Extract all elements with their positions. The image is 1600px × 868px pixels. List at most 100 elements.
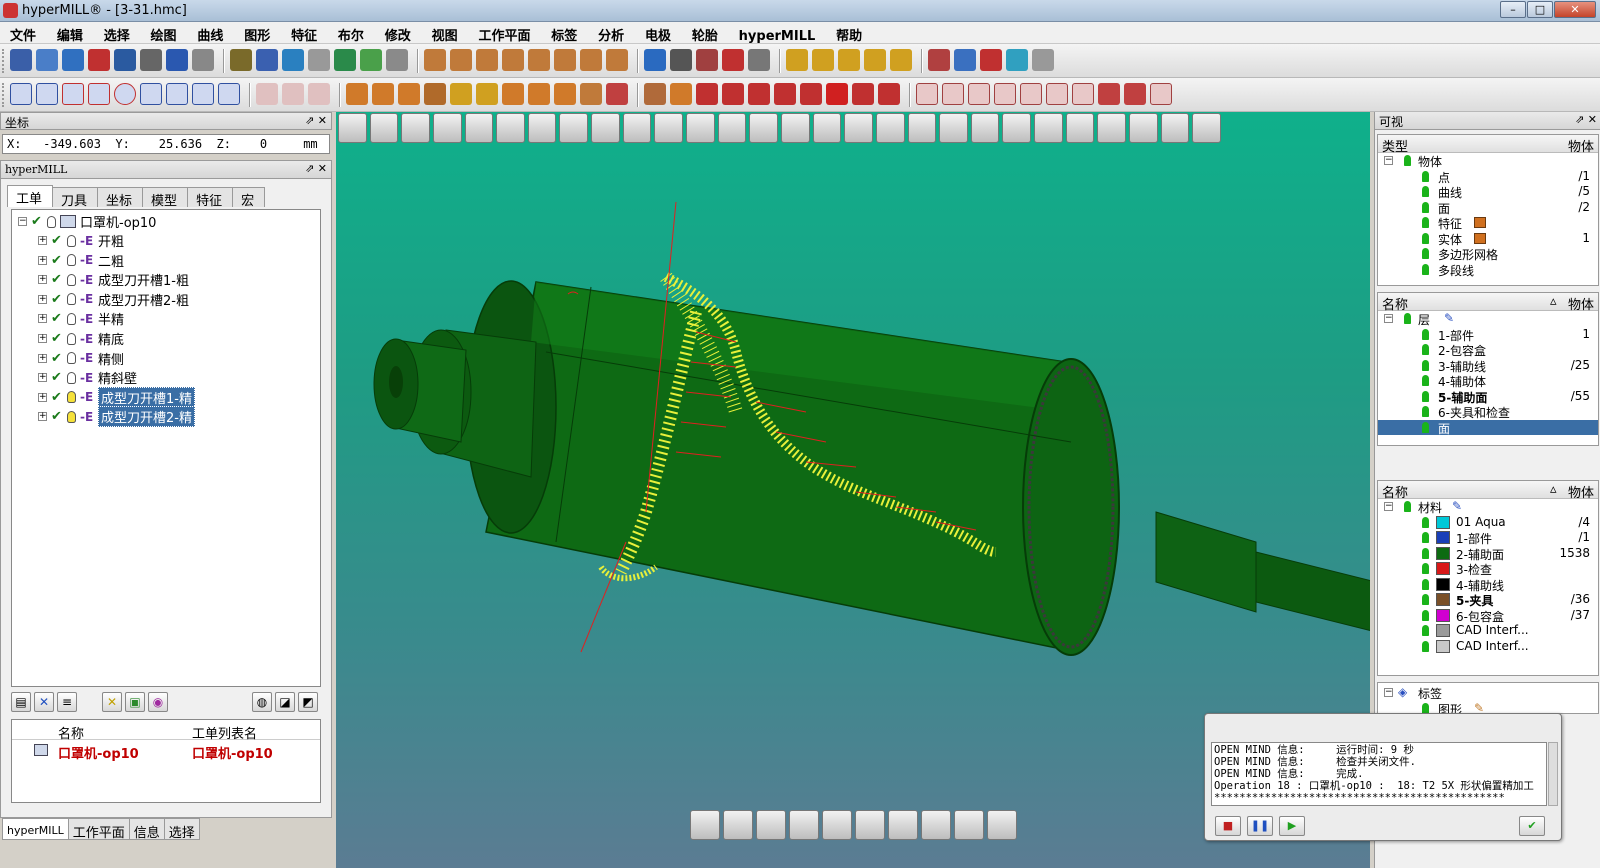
solid-tool-4-icon[interactable]: [424, 83, 446, 105]
menu-hypermill[interactable]: hyperMILL: [729, 26, 823, 44]
check-icon[interactable]: ✔: [51, 351, 65, 366]
modify-6-icon[interactable]: [1046, 83, 1068, 105]
gear-view-icon[interactable]: [338, 113, 367, 143]
tab-hypermill[interactable]: hyperMILL: [2, 818, 69, 840]
grid-icon[interactable]: [826, 83, 848, 105]
brush-tool-icon[interactable]: [789, 810, 819, 840]
star-select-icon[interactable]: [88, 49, 110, 71]
visibility-pin-icon[interactable]: [1422, 547, 1429, 559]
menu-view[interactable]: 视图: [422, 22, 465, 44]
visibility-pin-icon[interactable]: [1422, 516, 1429, 528]
menu-edit[interactable]: 编辑: [47, 22, 90, 44]
boolean-6-icon[interactable]: [774, 83, 796, 105]
boolean-4-icon[interactable]: [722, 83, 744, 105]
type-item[interactable]: 面/2: [1378, 200, 1598, 216]
point-icon[interactable]: [88, 83, 110, 105]
menu-workplane[interactable]: 工作平面: [468, 22, 537, 44]
visibility-pin-icon[interactable]: [1422, 375, 1429, 386]
menu-shape[interactable]: 图形: [234, 22, 277, 44]
color-swatch[interactable]: [1436, 624, 1450, 637]
tab-features[interactable]: 特征: [187, 187, 234, 209]
panel-pin-close-icon[interactable]: ⇗ ✕: [305, 162, 327, 175]
surface-icon[interactable]: [360, 49, 382, 71]
expand-icon[interactable]: +: [38, 236, 47, 245]
layer-item[interactable]: 1-部件 1: [1378, 327, 1598, 343]
check-icon[interactable]: ✔: [51, 311, 65, 326]
gear-icon[interactable]: ◍: [252, 692, 272, 712]
modify-10-icon[interactable]: [1150, 83, 1172, 105]
collapse-icon[interactable]: −: [1384, 314, 1393, 323]
analysis-3-icon[interactable]: [980, 49, 1002, 71]
pin-icon[interactable]: [822, 810, 852, 840]
solid-tool-2-icon[interactable]: [372, 83, 394, 105]
bulb-icon[interactable]: [67, 332, 76, 345]
solid-tool-11-icon[interactable]: [606, 83, 628, 105]
feature-2-icon[interactable]: [812, 49, 834, 71]
wand-icon[interactable]: [192, 49, 214, 71]
boot-icon[interactable]: [166, 49, 188, 71]
layer-item[interactable]: 6-夹具和检查: [1378, 404, 1598, 420]
ok-check-icon[interactable]: ✔: [1519, 816, 1545, 836]
material-item[interactable]: 01 Aqua/4: [1378, 515, 1598, 531]
material-item[interactable]: 4-辅助线: [1378, 577, 1598, 593]
bulb-icon[interactable]: [67, 273, 76, 286]
feature-1-icon[interactable]: [786, 49, 808, 71]
circle-icon[interactable]: [114, 83, 136, 105]
stop-icon[interactable]: ■: [1215, 816, 1241, 836]
visibility-pin-icon[interactable]: [1422, 594, 1429, 605]
curve-tool-7-icon[interactable]: [580, 49, 602, 71]
menu-tire[interactable]: 轮胎: [682, 22, 725, 44]
fillet-icon[interactable]: [140, 83, 162, 105]
layers-icon[interactable]: [10, 49, 32, 71]
toolbar-grip[interactable]: [2, 49, 6, 73]
comment-icon[interactable]: ≡: [57, 692, 77, 712]
snap-9-icon[interactable]: [1097, 113, 1127, 143]
boolean-7-icon[interactable]: [800, 83, 822, 105]
check-icon[interactable]: ✔: [51, 272, 65, 287]
tree-root[interactable]: − ✔ 口罩机-op10: [18, 212, 156, 231]
check-icon[interactable]: ✔: [51, 390, 65, 405]
menu-feature[interactable]: 特征: [281, 22, 324, 44]
color-swatch[interactable]: [1436, 515, 1450, 529]
curve-tool-4-icon[interactable]: [502, 49, 524, 71]
export-icon[interactable]: ◪: [275, 692, 295, 712]
layer-item[interactable]: 2-包容盒: [1378, 342, 1598, 358]
visibility-pin-icon[interactable]: [1422, 359, 1429, 371]
expand-icon[interactable]: +: [38, 314, 47, 324]
brush-icon[interactable]: [256, 49, 278, 71]
modify-2-icon[interactable]: [942, 83, 964, 105]
tray-icon[interactable]: [464, 113, 494, 143]
brush-icon[interactable]: ✎: [1444, 311, 1454, 325]
boolean-9-icon[interactable]: [878, 83, 900, 105]
expand-icon[interactable]: +: [38, 392, 47, 402]
boolean-8-icon[interactable]: [852, 83, 874, 105]
open-icon[interactable]: [401, 113, 430, 143]
color-swatch[interactable]: [1436, 608, 1450, 622]
undo-icon[interactable]: [527, 113, 557, 143]
mesh-sphere-icon[interactable]: [987, 810, 1017, 840]
axis-icon[interactable]: [256, 83, 278, 105]
bulb-icon[interactable]: [67, 391, 76, 404]
expand-icon[interactable]: +: [38, 412, 47, 422]
check-icon[interactable]: ✔: [51, 292, 65, 307]
visibility-pin-icon[interactable]: [1422, 702, 1429, 713]
visibility-pin-icon[interactable]: [1422, 406, 1429, 417]
modify-9-icon[interactable]: [1124, 83, 1146, 105]
menu-electrode[interactable]: 电极: [635, 22, 678, 44]
bulb-icon[interactable]: [67, 312, 76, 325]
toolbar-grip[interactable]: [2, 83, 6, 107]
cross-tool-icon[interactable]: ✕: [102, 692, 122, 712]
color-swatch[interactable]: [1436, 531, 1450, 544]
feature-3-icon[interactable]: [838, 49, 860, 71]
expand-icon[interactable]: +: [38, 294, 47, 304]
collapse-icon[interactable]: −: [18, 217, 27, 226]
tab-models[interactable]: 模型: [142, 187, 189, 209]
tab-workplane[interactable]: 工作平面: [67, 818, 130, 841]
menu-modify[interactable]: 修改: [375, 22, 418, 44]
tab-macros[interactable]: 宏: [232, 187, 266, 209]
solid-tool-8-icon[interactable]: [528, 83, 550, 105]
visibility-pin-icon[interactable]: [1422, 232, 1429, 244]
tab-frames[interactable]: 坐标: [97, 187, 144, 209]
tree-item[interactable]: + ✔ -Ε 开粗: [38, 231, 124, 250]
hidden-cube-icon[interactable]: [717, 113, 747, 143]
